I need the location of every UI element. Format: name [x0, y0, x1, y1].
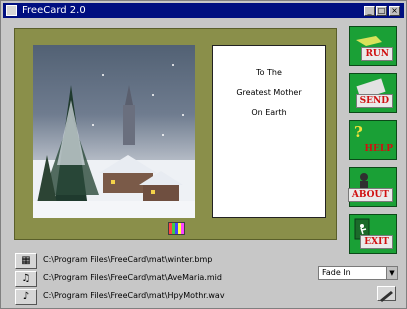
transition-value: Fade In — [322, 268, 351, 277]
wave-file-path: C:\Program Files\FreeCard\mat\HpyMothr.w… — [43, 291, 225, 300]
midi-file-path: C:\Program Files\FreeCard\mat\AveMaria.m… — [43, 273, 222, 282]
winter-scene-image[interactable] — [33, 45, 195, 218]
about-label: ABOUT — [347, 188, 393, 202]
run-label: RUN — [361, 47, 393, 61]
wave-file-button[interactable]: ♪ — [15, 289, 37, 305]
freecard-window: FreeCard 2.0 _ □ × To The Greatest Mothe… — [0, 0, 407, 309]
music-note-icon: ♫ — [21, 273, 31, 284]
close-icon: × — [391, 6, 398, 15]
help-label: HELP — [364, 144, 393, 154]
title-bar[interactable]: FreeCard 2.0 _ □ × — [3, 3, 404, 18]
app-icon — [6, 5, 17, 16]
about-button[interactable]: ABOUT — [347, 167, 397, 207]
card-line-1: To The — [256, 68, 282, 77]
picture-icon: ▦ — [21, 255, 31, 266]
window-title: FreeCard 2.0 — [22, 5, 86, 16]
transition-select[interactable]: Fade In ▼ — [318, 266, 398, 280]
sound-icon: ♪ — [22, 291, 30, 302]
midi-file-row: ♫ C:\Program Files\FreeCard\mat\AveMaria… — [15, 271, 340, 287]
exit-label: EXIT — [360, 235, 393, 249]
card-line-2: Greatest Mother — [236, 88, 302, 97]
close-button[interactable]: × — [389, 6, 400, 16]
greeting-card-text[interactable]: To The Greatest Mother On Earth — [212, 45, 326, 218]
pen-icon — [380, 291, 393, 302]
winter-scene-illustration — [33, 64, 195, 218]
image-file-button[interactable]: ▦ — [15, 253, 37, 269]
wave-file-row: ♪ C:\Program Files\FreeCard\mat\HpyMothr… — [15, 289, 340, 305]
image-file-row: ▦ C:\Program Files\FreeCard\mat\winter.b… — [15, 253, 340, 269]
send-label: SEND — [355, 94, 393, 108]
minimize-button[interactable]: _ — [364, 6, 375, 16]
chevron-down-icon[interactable]: ▼ — [386, 267, 397, 279]
maximize-button[interactable]: □ — [376, 6, 387, 16]
send-button[interactable]: SEND — [349, 73, 397, 113]
color-palette-button[interactable] — [168, 222, 185, 235]
minimize-icon: _ — [367, 6, 372, 15]
question-icon: ? — [354, 123, 363, 141]
maximize-icon: □ — [377, 6, 386, 15]
help-button[interactable]: ? HELP — [349, 120, 397, 160]
client-area: To The Greatest Mother On Earth RUN SEND… — [4, 21, 404, 307]
image-file-path: C:\Program Files\FreeCard\mat\winter.bmp — [43, 255, 213, 264]
card-line-3: On Earth — [251, 108, 287, 117]
midi-file-button[interactable]: ♫ — [15, 271, 37, 287]
card-preview-panel: To The Greatest Mother On Earth — [14, 28, 337, 240]
exit-button[interactable]: EXIT — [349, 214, 397, 254]
run-button[interactable]: RUN — [349, 26, 397, 66]
edit-pen-button[interactable] — [377, 286, 396, 302]
